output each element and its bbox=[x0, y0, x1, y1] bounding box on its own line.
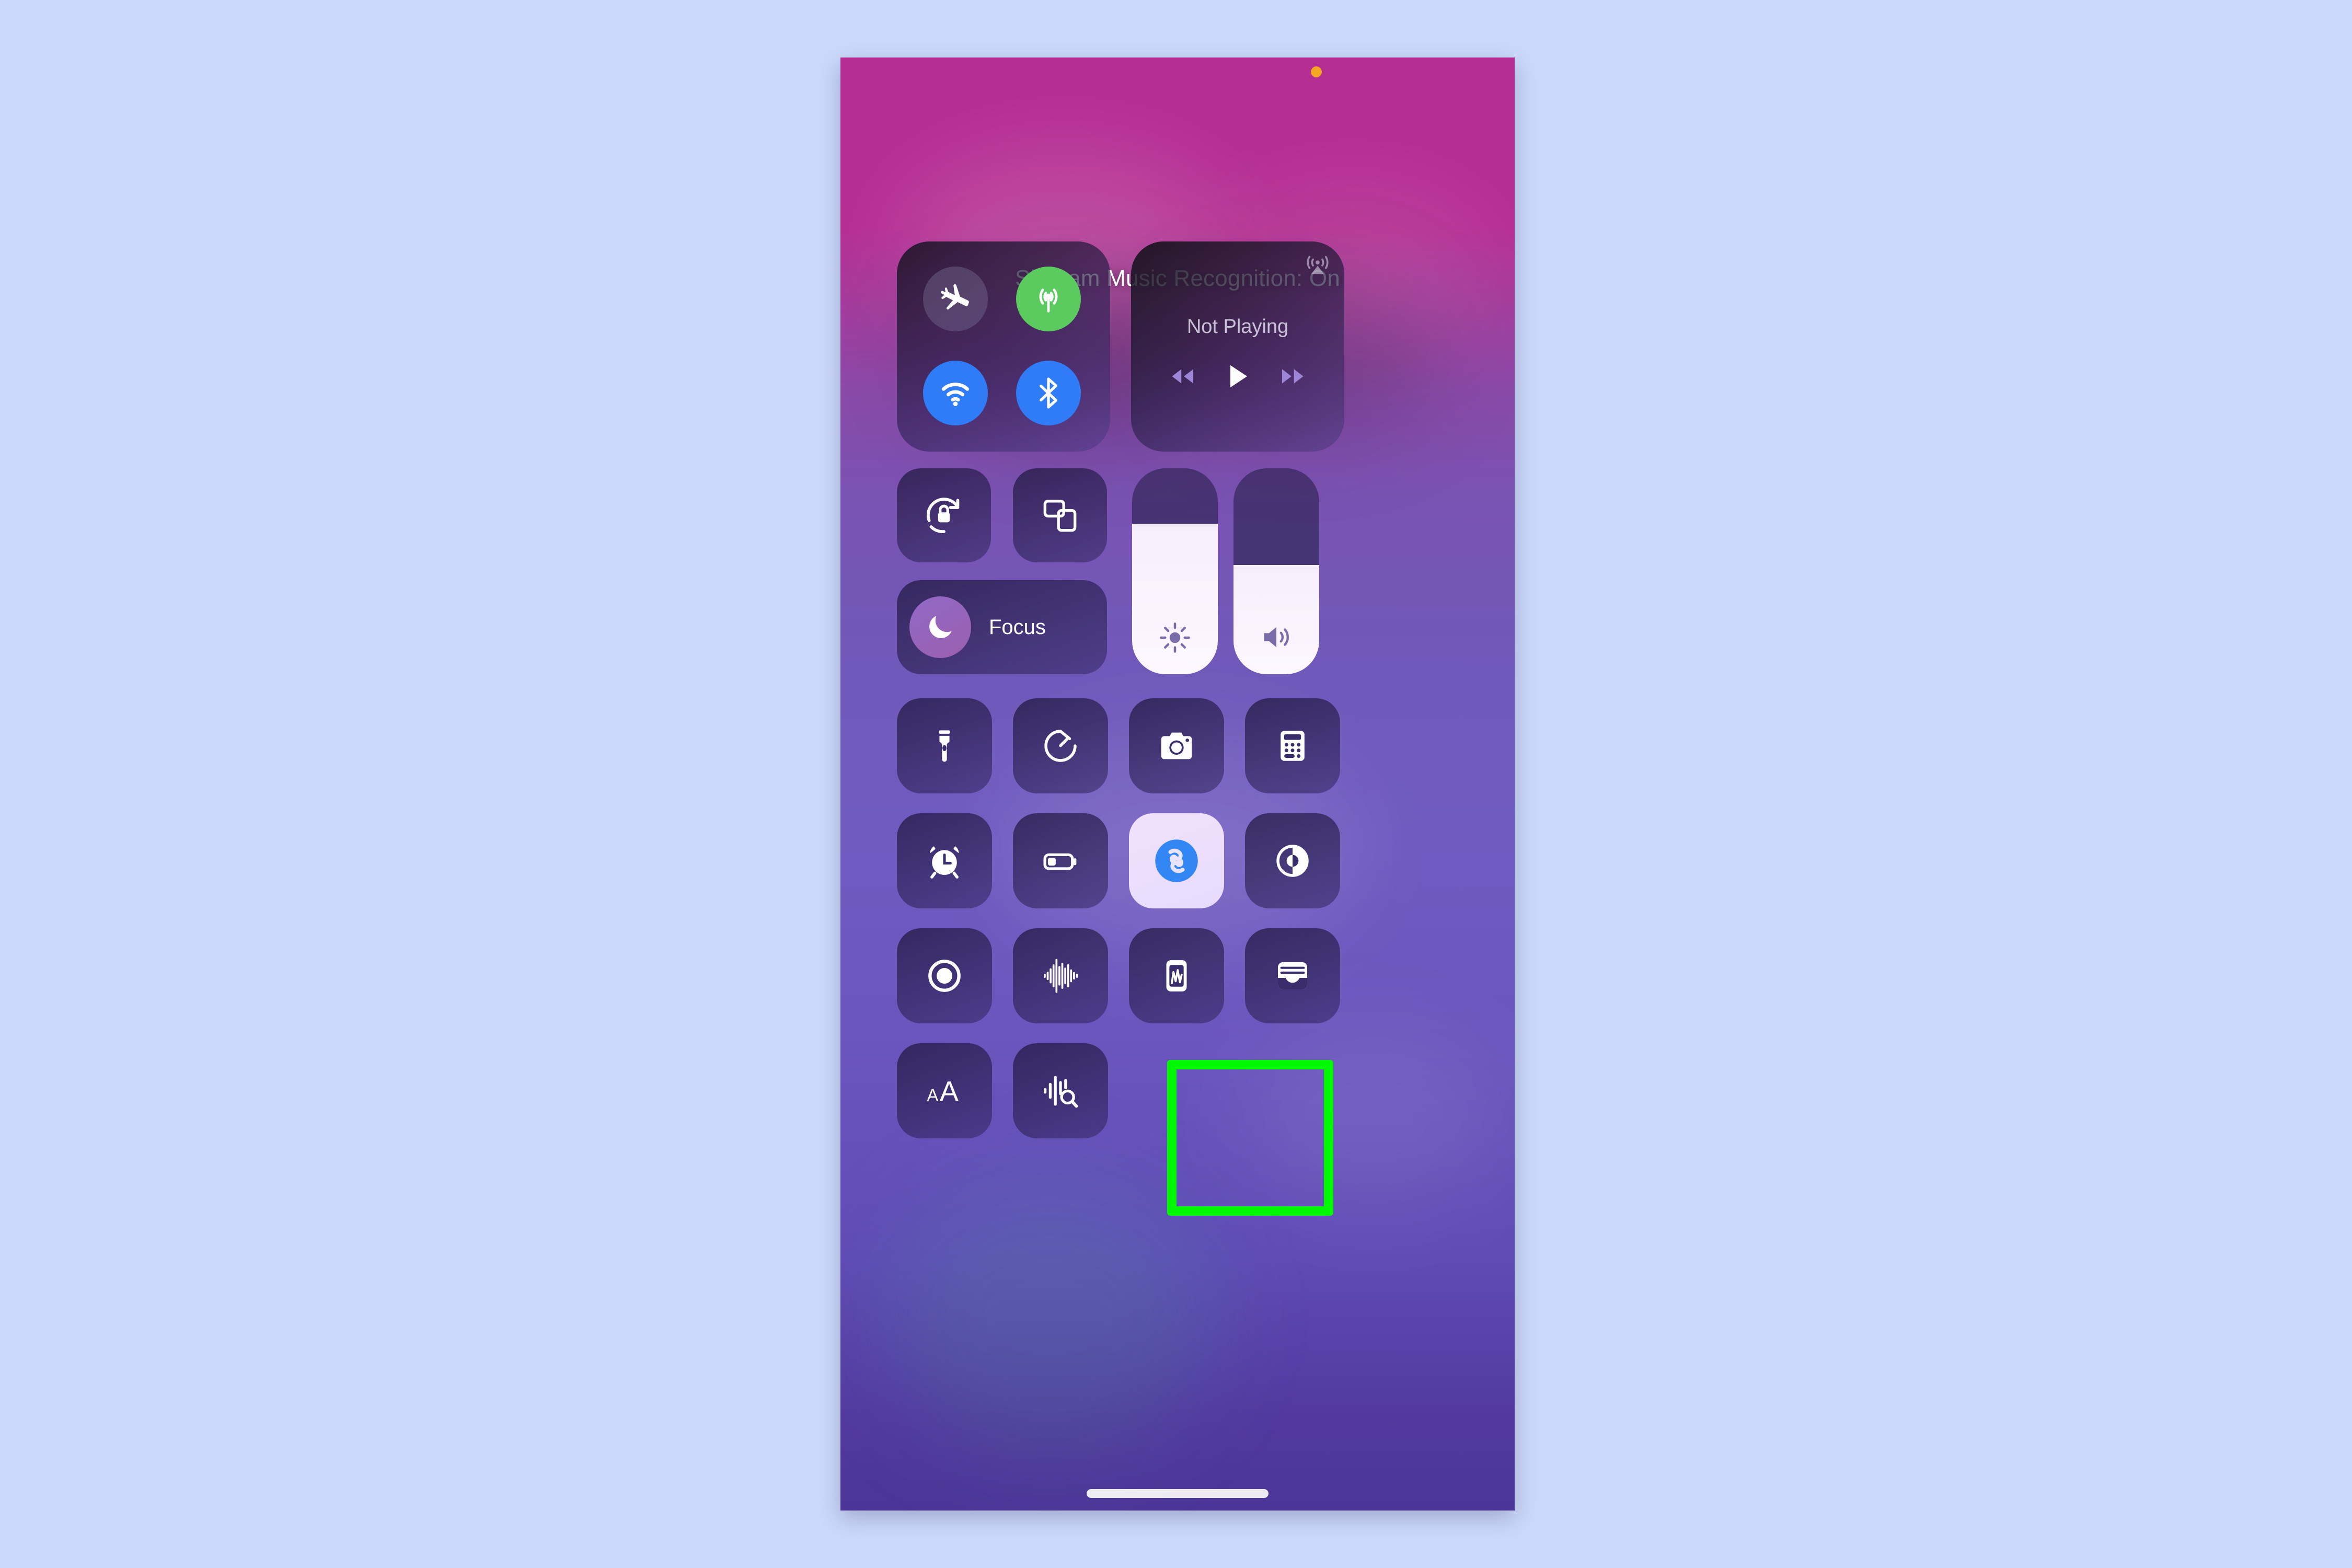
flashlight-button[interactable] bbox=[897, 698, 992, 793]
camera-icon bbox=[1161, 732, 1192, 759]
brightness-icon-wrap bbox=[1132, 620, 1218, 655]
wallet-button[interactable] bbox=[1245, 928, 1340, 1023]
alarm-clock-icon bbox=[930, 846, 959, 879]
camera-button[interactable] bbox=[1129, 698, 1224, 793]
calculator-button[interactable] bbox=[1245, 698, 1340, 793]
brightness-slider[interactable] bbox=[1132, 468, 1218, 674]
connectivity-panel[interactable] bbox=[897, 241, 1110, 452]
speaker-volume-icon bbox=[1264, 627, 1289, 648]
microphone-privacy-indicator-icon bbox=[1311, 66, 1322, 77]
fast-forward-icon bbox=[1282, 369, 1304, 384]
alarm-button[interactable] bbox=[897, 813, 992, 908]
hearing-button[interactable] bbox=[1013, 928, 1108, 1023]
media-title-text: Not Playing bbox=[1186, 316, 1289, 338]
calculator-icon bbox=[1281, 731, 1305, 761]
svg-text:A: A bbox=[940, 1076, 959, 1108]
flashlight-icon bbox=[939, 730, 950, 762]
play-icon bbox=[1230, 365, 1247, 388]
rotation-lock-button[interactable] bbox=[897, 468, 991, 562]
wifi-icon bbox=[941, 383, 970, 407]
voice-memos-icon bbox=[1166, 960, 1187, 991]
screen-mirroring-icon bbox=[1043, 500, 1077, 532]
focus-label: Focus bbox=[989, 615, 1046, 639]
wifi-toggle[interactable] bbox=[923, 361, 988, 425]
volume-icon-wrap bbox=[1233, 619, 1319, 655]
screen-mirroring-button[interactable] bbox=[1013, 468, 1107, 562]
rotation-lock-icon bbox=[927, 498, 960, 533]
timer-icon bbox=[1044, 730, 1077, 762]
rewind-button[interactable] bbox=[1168, 365, 1197, 388]
shazam-highlight-box bbox=[1167, 1060, 1333, 1216]
media-transport-controls bbox=[1131, 363, 1344, 390]
brightness-icon bbox=[1160, 622, 1190, 653]
screen-recording-button[interactable] bbox=[897, 928, 992, 1023]
focus-button[interactable]: Focus bbox=[897, 580, 1107, 674]
phone-screen: Shazam Music Recognition: On bbox=[840, 57, 1515, 1511]
crescent-moon-icon bbox=[929, 616, 952, 638]
sound-recognition-button[interactable] bbox=[1013, 1043, 1108, 1138]
battery-icon bbox=[1043, 853, 1077, 870]
rewind-icon bbox=[1172, 369, 1193, 384]
dark-mode-icon bbox=[1276, 845, 1309, 877]
screen-recording-icon bbox=[928, 960, 961, 992]
media-playback-panel[interactable]: Not Playing bbox=[1131, 241, 1344, 452]
svg-text:A: A bbox=[927, 1086, 938, 1105]
dark-mode-button[interactable] bbox=[1245, 813, 1340, 908]
focus-icon-circle bbox=[909, 596, 971, 658]
cellular-data-toggle[interactable] bbox=[1016, 267, 1081, 331]
low-power-mode-button[interactable] bbox=[1013, 813, 1108, 908]
volume-slider[interactable] bbox=[1233, 468, 1319, 674]
shazam-music-recognition-button[interactable] bbox=[1129, 813, 1224, 908]
sound-recognition-icon bbox=[1043, 1076, 1078, 1108]
home-indicator[interactable] bbox=[1087, 1489, 1269, 1498]
airplane-mode-toggle[interactable] bbox=[923, 267, 988, 331]
bluetooth-icon bbox=[1040, 377, 1057, 409]
airplay-icon[interactable] bbox=[1302, 250, 1333, 280]
wallet-icon bbox=[1278, 962, 1307, 989]
voice-memos-button[interactable] bbox=[1129, 928, 1224, 1023]
sound-waveform-icon bbox=[1044, 959, 1078, 993]
play-button[interactable] bbox=[1226, 363, 1250, 390]
wallpaper-blur-blob bbox=[1238, 1024, 1509, 1213]
page-root: Shazam Music Recognition: On bbox=[0, 0, 2352, 1568]
fast-forward-button[interactable] bbox=[1278, 365, 1308, 388]
airplane-icon bbox=[941, 284, 969, 310]
bluetooth-toggle[interactable] bbox=[1016, 361, 1081, 425]
wallpaper-blur-blob bbox=[882, 1181, 1217, 1453]
timer-button[interactable] bbox=[1013, 698, 1108, 793]
text-size-icon: A A bbox=[927, 1076, 959, 1108]
shazam-icon bbox=[1155, 839, 1198, 882]
cellular-antenna-icon bbox=[1039, 289, 1058, 313]
text-size-button[interactable]: A A bbox=[897, 1043, 992, 1138]
